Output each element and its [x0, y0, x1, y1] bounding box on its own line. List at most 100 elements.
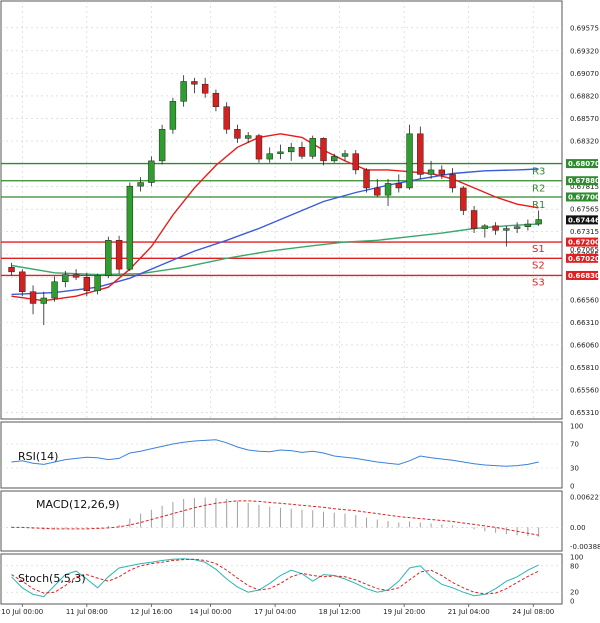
candle-body	[449, 174, 456, 189]
level-name-r1: R1	[532, 200, 545, 211]
macd-tick-label: 0.00	[570, 524, 586, 532]
candle-body	[255, 135, 263, 160]
macd-title: MACD(12,26,9)	[36, 498, 120, 511]
price-tick-label: 0.66560	[570, 296, 599, 304]
price-tick-label: 0.65560	[570, 387, 599, 395]
price-tick-label: 0.69575	[570, 24, 599, 32]
level-name-s2: S2	[532, 260, 545, 271]
time-tick-label: 24 Jul 08:00	[512, 608, 554, 616]
candle-body	[481, 225, 489, 229]
candle-body	[460, 187, 467, 211]
candle-body	[470, 210, 478, 229]
candle-body	[331, 156, 338, 162]
candle-body	[158, 129, 166, 162]
main-panel[interactable]	[0, 0, 563, 420]
price-tick-label: 0.68570	[570, 115, 599, 123]
level-badge-text-r3: 0.68070	[568, 160, 600, 168]
price-tick-label: 0.69070	[570, 70, 599, 78]
candle-body	[363, 169, 370, 189]
price-tick-label: 0.68320	[570, 138, 599, 146]
rsi-tick-label: 0	[570, 483, 574, 491]
candle-body	[417, 133, 424, 175]
rsi-tick-label: 100	[570, 423, 583, 431]
stoch-title: Stoch(5,5,3)	[18, 572, 86, 585]
candle-body	[374, 187, 381, 196]
candle-body	[352, 153, 359, 171]
candle-body	[492, 225, 499, 231]
rsi-title: RSI(14)	[18, 450, 58, 463]
price-tick-label: 0.68820	[570, 92, 599, 100]
price-axis: 0.69575 0.69320 0.69070 0.68820 0.68570 0.683…	[566, 24, 600, 417]
time-tick-label: 21 Jul 04:00	[448, 608, 490, 616]
time-tick-label: 18 Jul 12:00	[319, 608, 361, 616]
candle-body	[406, 133, 413, 189]
candle-body	[341, 153, 349, 157]
price-tick-label: 0.66310	[570, 319, 599, 327]
candle-body	[320, 138, 327, 162]
candle-body	[169, 101, 177, 130]
time-axis: 10 Jul 00:00 11 Jul 08:00 12 Jul 16:00 14 J…	[1, 604, 554, 616]
stoch-tick-label: 80	[570, 562, 579, 570]
level-badge-text-r1: 0.67700	[568, 193, 600, 201]
candle-body	[40, 297, 48, 304]
candle-body	[535, 219, 542, 225]
macd-tick-label: -0.003883	[570, 543, 600, 551]
stoch-tick-label: 0	[570, 598, 574, 606]
candle-body	[191, 81, 198, 85]
candle-body	[115, 240, 123, 270]
level-name-r2: R2	[532, 184, 545, 195]
price-tick-label: 0.67315	[570, 228, 599, 236]
time-tick-label: 12 Jul 16:00	[130, 608, 172, 616]
rsi-panel[interactable]	[0, 421, 563, 489]
candle-body	[72, 274, 80, 278]
candle-body	[288, 147, 295, 153]
candle-body	[309, 138, 316, 157]
candle-body	[298, 147, 306, 157]
level-badge-text-r2: 0.67880	[568, 177, 600, 185]
candle-body	[513, 226, 521, 229]
candle-body	[19, 271, 26, 292]
candle-body	[8, 267, 15, 273]
candle-body	[503, 228, 510, 231]
rsi-tick-label: 70	[570, 441, 579, 449]
candle-body	[180, 81, 187, 102]
candle-body	[438, 169, 446, 175]
candle-body	[277, 151, 284, 154]
candle-body	[148, 160, 155, 183]
candle-body	[427, 169, 435, 175]
time-tick-label: 17 Jul 04:00	[254, 608, 296, 616]
price-tick-label: 0.67565	[570, 206, 599, 214]
stoch-tick-label: 20	[570, 589, 579, 597]
candle-body	[105, 240, 112, 276]
candle-body	[126, 185, 134, 270]
extra-price-label: 0.67065	[570, 246, 599, 254]
level-name-r3: R3	[532, 167, 545, 178]
macd-tick-label: 0.006221	[570, 493, 600, 501]
time-tick-label: 19 Jul 20:00	[383, 608, 425, 616]
stoch-tick-label: 100	[570, 554, 583, 562]
price-tick-label: 0.69320	[570, 47, 599, 55]
candle-body	[62, 274, 69, 283]
time-tick-label: 11 Jul 08:00	[66, 608, 108, 616]
candle-body	[201, 83, 209, 94]
time-tick-label: 10 Jul 00:00	[1, 608, 43, 616]
level-name-s3: S3	[532, 277, 545, 288]
price-tick-label: 0.65310	[570, 409, 599, 417]
candle-body	[395, 183, 403, 189]
level-badge-text-s3: 0.66830	[568, 272, 600, 280]
candle-body	[244, 135, 252, 139]
candle-body	[212, 92, 220, 108]
rsi-tick-label: 30	[570, 465, 579, 473]
candle-body	[83, 277, 91, 292]
level-name-s1: S1	[532, 244, 545, 255]
candle-body	[223, 106, 230, 130]
candle-body	[234, 129, 241, 139]
price-tick-label: 0.65810	[570, 364, 599, 372]
price-tick-label: 0.66060	[570, 341, 599, 349]
candle-body	[94, 275, 101, 292]
trading-chart[interactable]: R3 R2 R1 S1 S2 S3 0.69575 0.69320 0.69070 0.6882…	[0, 0, 600, 623]
current-price-text: 0.67446	[568, 216, 600, 224]
candle-body	[266, 153, 273, 160]
candle-body	[51, 281, 58, 299]
candle-body	[29, 291, 37, 304]
